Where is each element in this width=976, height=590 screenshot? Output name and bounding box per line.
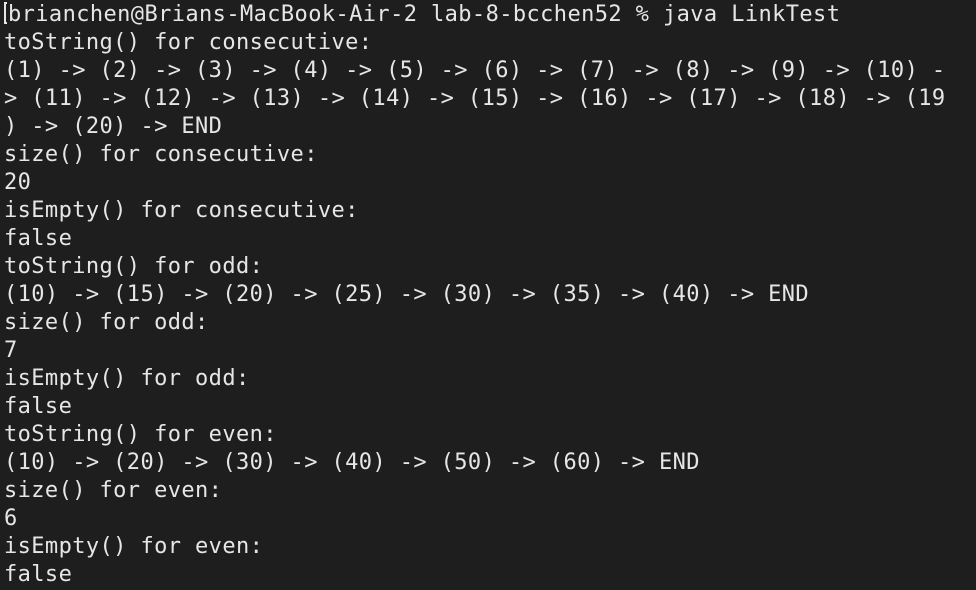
output-line: 7 (4, 338, 18, 363)
output-line: (1) -> (2) -> (3) -> (4) -> (5) -> (6) -… (4, 58, 946, 83)
output-line: isEmpty() for consecutive: (4, 198, 359, 223)
output-line: size() for consecutive: (4, 142, 318, 167)
output-line: false (4, 226, 73, 251)
output-line: (10) -> (20) -> (30) -> (40) -> (50) -> … (4, 450, 700, 475)
terminal-window[interactable]: brianchen@Brians-MacBook-Air-2 lab-8-bcc… (0, 0, 976, 590)
output-line: (10) -> (15) -> (20) -> (25) -> (30) -> … (4, 282, 810, 307)
output-line: 20 (4, 170, 32, 195)
output-line: toString() for consecutive: (4, 30, 373, 55)
output-line: isEmpty() for even: (4, 534, 264, 559)
output-line: toString() for odd: (4, 254, 264, 279)
output-line: ) -> (20) -> END (4, 114, 223, 139)
output-line: > (11) -> (12) -> (13) -> (14) -> (15) -… (4, 86, 946, 111)
output-line: toString() for even: (4, 422, 277, 447)
output-line: isEmpty() for odd: (4, 366, 250, 391)
output-line: size() for odd: (4, 310, 209, 335)
prompt-command: brianchen@Brians-MacBook-Air-2 lab-8-bcc… (8, 2, 841, 27)
output-line: 6 (4, 506, 18, 531)
selection-bracket-icon (4, 2, 7, 24)
prompt-line: brianchen@Brians-MacBook-Air-2 lab-8-bcc… (4, 1, 976, 29)
output-line: false (4, 562, 73, 587)
output-line: size() for even: (4, 478, 223, 503)
output-line: false (4, 394, 73, 419)
